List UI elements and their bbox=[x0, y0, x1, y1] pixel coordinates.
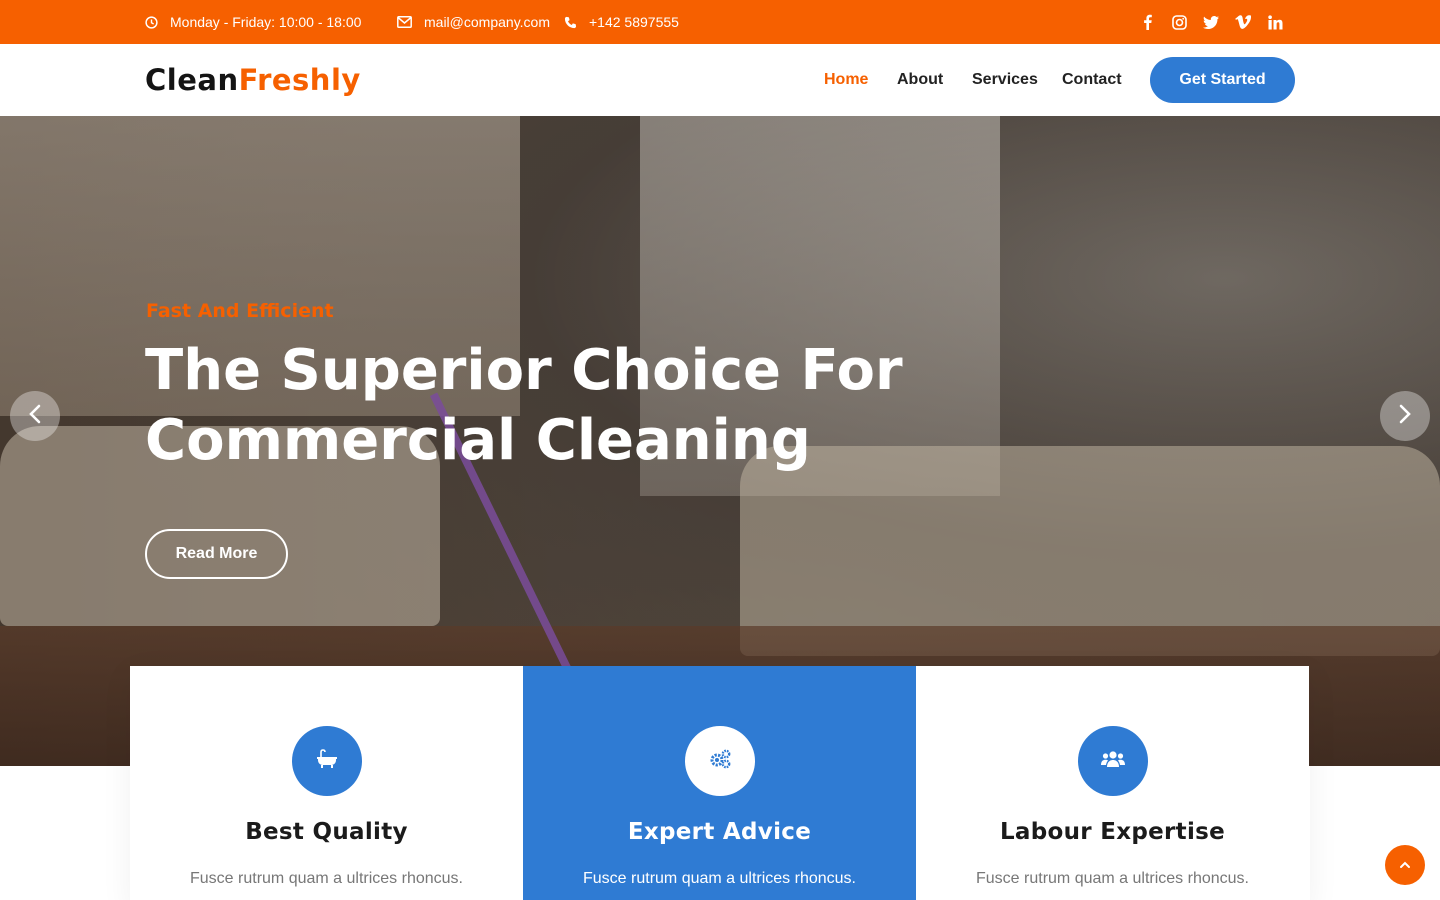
nav-about[interactable]: About bbox=[897, 71, 943, 89]
main-header: CleanFreshly Home About Services Contact… bbox=[0, 44, 1440, 116]
cogs-icon bbox=[708, 749, 732, 774]
feature-card-labour-expertise: Labour Expertise Fusce rutrum quam a ult… bbox=[916, 666, 1309, 900]
chevron-up-icon bbox=[1399, 856, 1411, 874]
hero-subtitle: Fast And Efficient bbox=[146, 300, 334, 322]
contact-email[interactable]: mail@company.com bbox=[397, 0, 550, 44]
feature-text: Fusce rutrum quam a ultrices rhoncus. bbox=[976, 870, 1249, 887]
phone-icon bbox=[564, 16, 577, 29]
logo-clean: Clean bbox=[145, 63, 239, 97]
feature-card-expert-advice: Expert Advice Fusce rutrum quam a ultric… bbox=[523, 666, 916, 900]
get-started-button[interactable]: Get Started bbox=[1150, 57, 1295, 103]
feature-text: Fusce rutrum quam a ultrices rhoncus. bbox=[190, 870, 463, 887]
slider-prev-button[interactable] bbox=[10, 391, 60, 441]
chevron-right-icon bbox=[1398, 404, 1412, 429]
phone-text[interactable]: +142 5897555 bbox=[589, 14, 679, 30]
slider-next-button[interactable] bbox=[1380, 391, 1430, 441]
social-links bbox=[1139, 0, 1283, 44]
vimeo-icon[interactable] bbox=[1235, 14, 1251, 30]
bathtub-icon bbox=[316, 748, 338, 774]
back-to-top-button[interactable] bbox=[1385, 845, 1425, 885]
feature-icon-circle bbox=[685, 726, 755, 796]
facebook-icon[interactable] bbox=[1139, 14, 1155, 30]
feature-icon-circle bbox=[292, 726, 362, 796]
read-more-button[interactable]: Read More bbox=[145, 529, 288, 579]
feature-icon-circle bbox=[1078, 726, 1148, 796]
hours-text: Monday - Friday: 10:00 - 18:00 bbox=[170, 14, 362, 30]
nav-contact[interactable]: Contact bbox=[1062, 71, 1122, 89]
contact-phone[interactable]: +142 5897555 bbox=[564, 0, 679, 44]
email-text[interactable]: mail@company.com bbox=[424, 14, 550, 30]
logo[interactable]: CleanFreshly bbox=[145, 60, 361, 100]
instagram-icon[interactable] bbox=[1171, 14, 1187, 30]
feature-card-best-quality: Best Quality Fusce rutrum quam a ultrice… bbox=[130, 666, 523, 900]
opening-hours: Monday - Friday: 10:00 - 18:00 bbox=[145, 0, 361, 44]
nav-services[interactable]: Services bbox=[972, 71, 1038, 89]
hero-title-line-1: The Superior Choice For bbox=[145, 338, 903, 403]
chevron-left-icon bbox=[28, 404, 42, 429]
feature-text: Fusce rutrum quam a ultrices rhoncus. bbox=[583, 870, 856, 887]
nav-home[interactable]: Home bbox=[824, 71, 868, 89]
users-icon bbox=[1101, 750, 1125, 773]
feature-title: Labour Expertise bbox=[999, 819, 1226, 845]
features-section: Best Quality Fusce rutrum quam a ultrice… bbox=[130, 666, 1310, 900]
linkedin-icon[interactable] bbox=[1267, 14, 1283, 30]
clock-icon bbox=[145, 15, 158, 29]
twitter-icon[interactable] bbox=[1203, 14, 1219, 30]
feature-title: Best Quality bbox=[245, 819, 408, 845]
envelope-icon bbox=[397, 16, 412, 28]
feature-title: Expert Advice bbox=[627, 819, 812, 845]
top-bar: Monday - Friday: 10:00 - 18:00 mail@comp… bbox=[0, 0, 1440, 44]
hero-title: The Superior Choice For Commercial Clean… bbox=[145, 336, 905, 476]
logo-freshly: Freshly bbox=[238, 63, 361, 97]
hero-title-line-2: Commercial Cleaning bbox=[145, 408, 811, 473]
